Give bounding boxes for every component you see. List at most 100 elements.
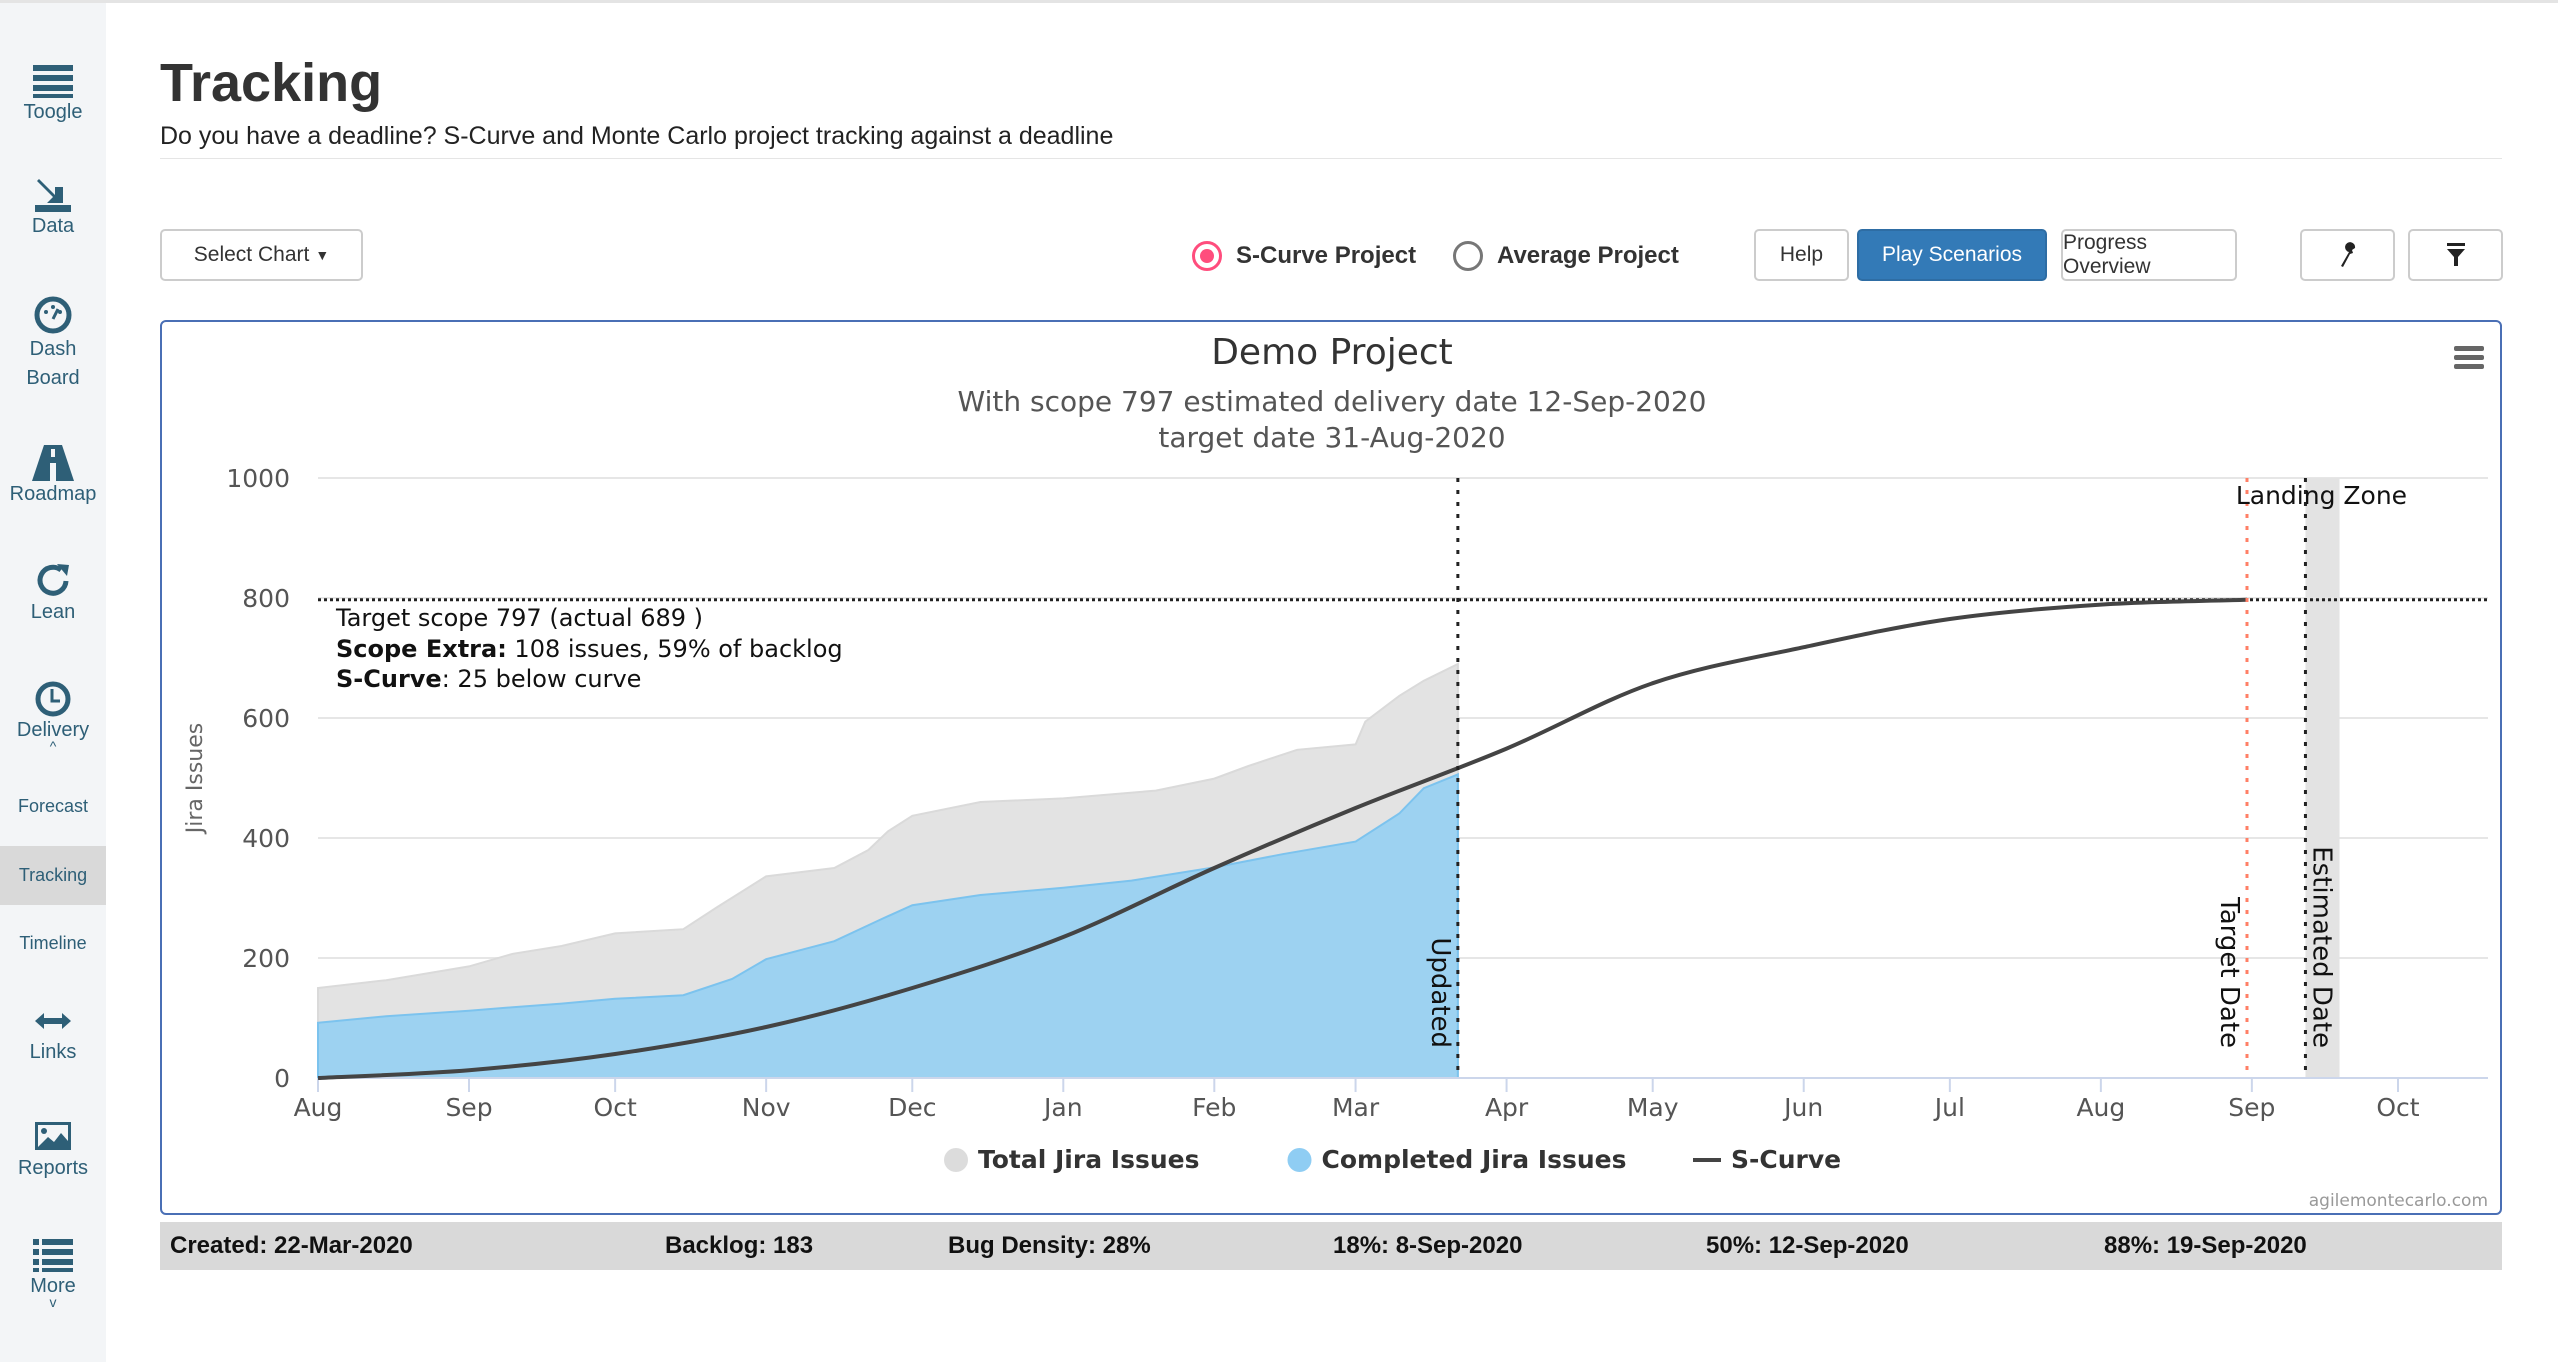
x-tick-label: Dec — [888, 1093, 936, 1122]
radio-average-project[interactable]: Average Project — [1453, 236, 1679, 276]
plot-line-label: Updated — [1425, 937, 1455, 1048]
forecast-88: 88%: 19-Sep-2020 — [2104, 1232, 2307, 1259]
sidebar-item-dashboard[interactable]: Dash Board — [0, 295, 106, 393]
backlog-count: Backlog: 183 — [665, 1232, 814, 1259]
hamburger-icon[interactable] — [2454, 346, 2484, 369]
x-tick-label: May — [1627, 1093, 1679, 1122]
radio-checked-icon — [1192, 241, 1222, 271]
help-label: Help — [1779, 243, 1824, 266]
sidebar-item-reports[interactable]: Reports — [0, 1117, 106, 1180]
legend-label: Total Jira Issues — [978, 1145, 1199, 1174]
x-tick-label: Sep — [445, 1093, 492, 1122]
upload-icon — [35, 179, 71, 212]
plot-line-label: Estimated Date — [2306, 846, 2336, 1048]
legend-item[interactable]: Total Jira Issues — [944, 1145, 1199, 1174]
wrench-icon — [2340, 242, 2355, 267]
page-title: Tracking — [160, 53, 383, 113]
bug-density: Bug Density: 28% — [948, 1232, 1151, 1259]
y-tick-label: 400 — [242, 824, 290, 853]
sidebar-item-data[interactable]: Data — [0, 175, 106, 238]
sidebar-item-roadmap[interactable]: Roadmap — [0, 443, 106, 506]
y-axis-title: Jira Issues — [183, 723, 208, 835]
road-icon — [32, 445, 74, 481]
x-tick-label: Oct — [2376, 1093, 2419, 1122]
chart-subtitle: target date 31-Aug-2020 — [1158, 421, 1505, 454]
y-tick-label: 600 — [242, 704, 290, 733]
page-subtitle: Do you have a deadline? S-Curve and Mont… — [160, 122, 1114, 150]
dashboard-icon — [34, 296, 72, 334]
y-tick-label: 200 — [242, 944, 290, 973]
help-button[interactable]: Help — [1754, 229, 1849, 281]
top-border — [0, 0, 2558, 3]
settings-button[interactable] — [2300, 229, 2395, 281]
x-tick-label: Jun — [1782, 1093, 1823, 1122]
radio-label: Average Project — [1497, 242, 1679, 269]
chart-subtitle: With scope 797 estimated delivery date 1… — [958, 385, 1707, 418]
x-tick-label: Feb — [1192, 1093, 1236, 1122]
sidebar-item-delivery[interactable]: Delivery ^ — [0, 679, 106, 754]
x-tick-label: Aug — [2076, 1093, 2125, 1122]
chart-title: Demo Project — [1211, 332, 1453, 373]
play-scenarios-label: Play Scenarios — [1881, 243, 2023, 266]
select-chart-label: Select Chart — [193, 243, 310, 266]
sidebar-item-toogle[interactable]: Toogle — [0, 61, 106, 124]
sidebar-item-label: Reports — [17, 1157, 89, 1179]
radio-label: S-Curve Project — [1236, 242, 1417, 269]
sidebar-item-tracking[interactable]: Tracking — [0, 846, 106, 905]
sidebar-item-label: Links — [29, 1041, 77, 1063]
chevron-up-icon: ^ — [49, 738, 57, 754]
legend-item[interactable]: Completed Jira Issues — [1287, 1145, 1627, 1174]
sidebar-item-label: Forecast — [17, 796, 89, 816]
summary-bar: Created: 22-Mar-2020 Backlog: 183 Bug De… — [160, 1222, 2502, 1270]
scope-extra-annotation: Scope Extra: 108 issues, 59% of backlog — [336, 635, 843, 663]
sidebar-item-label: Data — [31, 215, 75, 237]
plot-line-label: Target Date — [2214, 896, 2244, 1048]
sidebar: Toogle Data Dash Board Roadmap Lean Deli… — [0, 3, 106, 1362]
s-curve-chart: Demo Project With scope 797 estimated del… — [183, 332, 2488, 1211]
filter-button[interactable] — [2408, 229, 2503, 281]
chevron-down-icon: v — [49, 1294, 57, 1310]
progress-overview-button[interactable]: Progress Overview — [2061, 229, 2237, 281]
scope-annotation: Target scope 797 (actual 689 ) — [335, 604, 703, 632]
refresh-icon — [37, 564, 69, 596]
radio-unchecked-icon — [1453, 241, 1483, 271]
sidebar-item-lean[interactable]: Lean — [0, 561, 106, 624]
legend-label: Completed Jira Issues — [1322, 1145, 1627, 1174]
radio-s-curve-project[interactable]: S-Curve Project — [1192, 236, 1416, 276]
bars-icon — [33, 65, 73, 98]
legend-item[interactable]: S-Curve — [1693, 1145, 1841, 1174]
x-tick-label: Aug — [294, 1093, 343, 1122]
forecast-18: 18%: 8-Sep-2020 — [1333, 1232, 1523, 1259]
x-tick-label: Oct — [594, 1093, 637, 1122]
y-tick-label: 800 — [242, 584, 290, 613]
y-tick-label: 0 — [274, 1064, 290, 1093]
x-tick-label: Sep — [2228, 1093, 2275, 1122]
filter-icon — [2446, 243, 2465, 266]
x-tick-label: Nov — [742, 1093, 791, 1122]
sidebar-item-label: Timeline — [19, 933, 87, 953]
x-tick-label: Jul — [1933, 1093, 1965, 1122]
legend-label: S-Curve — [1731, 1145, 1841, 1174]
select-chart-dropdown[interactable]: Select Chart ▼ — [160, 229, 363, 281]
sidebar-item-forecast[interactable]: Forecast — [0, 796, 106, 817]
y-tick-label: 1000 — [226, 464, 290, 493]
caret-down-icon: ▼ — [315, 247, 330, 263]
sidebar-item-more[interactable]: More v — [0, 1235, 106, 1310]
sidebar-item-timeline[interactable]: Timeline — [0, 933, 106, 954]
s-curve-annotation: S-Curve: 25 below curve — [336, 665, 641, 693]
legend-marker — [1287, 1148, 1312, 1172]
arrows-h-icon — [35, 1013, 71, 1029]
landing-zone-label: Landing Zone — [2236, 481, 2407, 510]
legend-marker — [944, 1148, 968, 1172]
x-tick-label: Mar — [1332, 1093, 1380, 1122]
play-scenarios-button[interactable]: Play Scenarios — [1857, 229, 2047, 281]
sidebar-item-links[interactable]: Links — [0, 1001, 106, 1064]
chart-credit: agilemontecarlo.com — [2309, 1191, 2488, 1211]
sidebar-item-label: Dash Board — [26, 338, 80, 389]
x-tick-label: Apr — [1485, 1093, 1529, 1122]
sidebar-item-label: Toogle — [23, 101, 83, 123]
x-tick-label: Jan — [1042, 1093, 1083, 1122]
sidebar-item-label: Roadmap — [9, 483, 97, 505]
list-icon — [33, 1239, 73, 1272]
sidebar-item-label: Tracking — [18, 865, 88, 885]
